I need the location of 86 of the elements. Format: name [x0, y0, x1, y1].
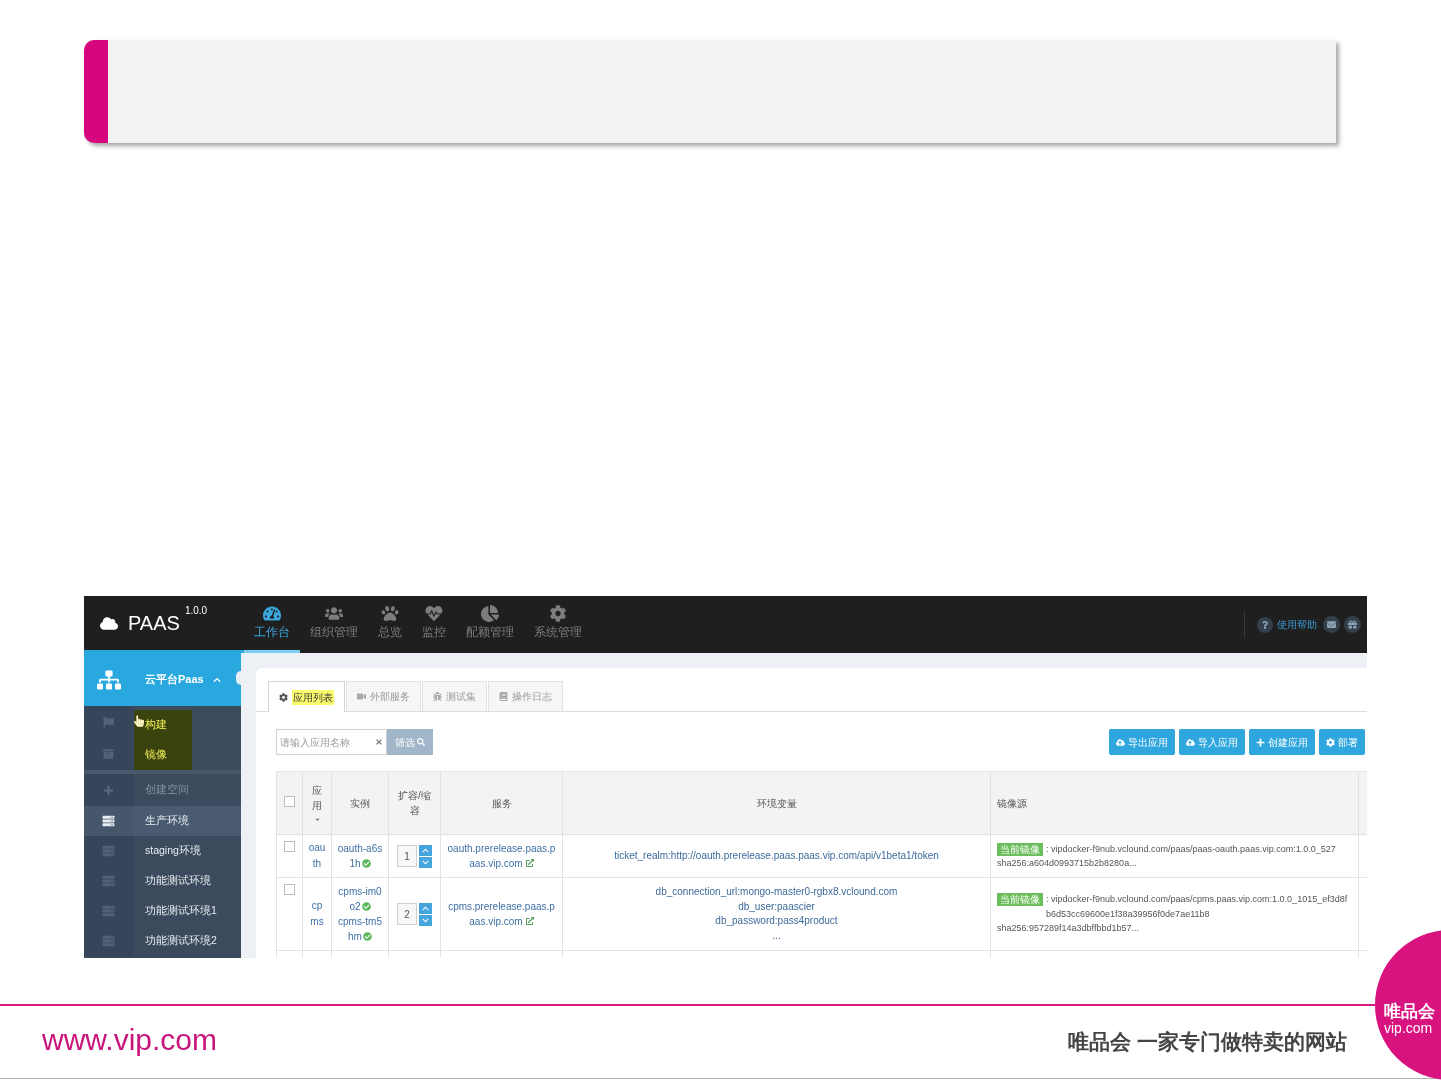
- column-header: 环境变量: [756, 796, 797, 811]
- submenu-item[interactable]: 镜像: [145, 747, 167, 761]
- replica-field[interactable]: 2: [397, 903, 417, 925]
- environment-item[interactable]: 功能测试环境1: [84, 896, 241, 926]
- increment-button[interactable]: [419, 844, 432, 856]
- plus-icon: [103, 784, 114, 796]
- app-name: PAAS: [128, 612, 180, 634]
- cloud-upload-icon: [1116, 737, 1125, 747]
- image-source-text: : vipdocker-f9nub.vclound.com/paas/cpms.paas.vip.com:1.0.0_1015_ef3d8fb6d53cc69600e1f38a39956f0de7ae11b8: [1046, 893, 1349, 921]
- current-image-badge: 当前镜像: [997, 842, 1043, 856]
- environment-item[interactable]: 功能测试环境: [84, 866, 241, 896]
- env-var-text: db_connection_url:mongo-master0-rgbx8.vclound.com: [654, 885, 899, 899]
- increment-button[interactable]: [419, 902, 432, 914]
- nav-item[interactable]: 总览: [368, 596, 412, 653]
- env-var-text: ...: [771, 928, 782, 943]
- nav-item[interactable]: 组织管理: [300, 596, 368, 653]
- box-icon: [103, 748, 114, 760]
- decrement-button[interactable]: [419, 856, 432, 868]
- version-text: 1.0.0: [184, 605, 208, 617]
- current-image-badge: 当前镜像: [997, 893, 1043, 907]
- chevron-up-icon: [422, 904, 429, 912]
- logo-domain-text: vip.com: [1384, 1021, 1433, 1036]
- cloud-icon: [100, 615, 118, 631]
- env-var-text: db_user:paascier: [737, 899, 816, 914]
- search-field[interactable]: 请输入应用名称: [276, 729, 387, 755]
- image-digest-text: sha256:957289f14a3dbffbbd1b57...: [997, 922, 1140, 936]
- replica-field[interactable]: 1: [397, 845, 417, 867]
- submenu-item[interactable]: 构建: [145, 717, 167, 731]
- clear-icon[interactable]: [375, 738, 383, 746]
- env-var-text: ticket_realm:http://oauth.prerelease.paas.paas.vip.com/api/v1beta1/token: [613, 848, 940, 863]
- collapse-toggle[interactable]: [236, 671, 241, 685]
- slogan-text: 唯品会 一家专门做特卖的网站: [1068, 1029, 1347, 1055]
- paw-icon: [381, 605, 399, 622]
- gift-icon[interactable]: [1344, 616, 1361, 633]
- chevron-down-icon: [422, 858, 429, 866]
- column-header: 实例: [350, 796, 370, 811]
- mail-icon[interactable]: [1323, 616, 1340, 633]
- sitemap-icon: [96, 668, 121, 691]
- plus-icon: [1256, 737, 1265, 747]
- server-icon: [102, 875, 115, 887]
- tab[interactable]: 应用列表: [268, 681, 345, 712]
- gauge-icon: [263, 605, 281, 622]
- logo-name-text: 唯品会: [1384, 1002, 1435, 1021]
- server-icon: [102, 905, 115, 917]
- pie-chart-icon: [481, 605, 499, 622]
- help-icon: [1257, 616, 1273, 633]
- search-icon: [417, 738, 425, 746]
- website-url: www.vip.com: [42, 1023, 218, 1057]
- server-icon: [102, 935, 115, 947]
- checkbox[interactable]: [284, 841, 295, 852]
- tab[interactable]: 测试集: [422, 681, 487, 711]
- external-link-icon: [525, 917, 534, 925]
- instance-link[interactable]: cpms-tm5hm: [336, 914, 384, 944]
- flag-icon: [103, 716, 114, 728]
- column-header: 服务: [491, 796, 512, 811]
- cloud-upload-icon: [1186, 737, 1195, 747]
- chevron-up-icon: [422, 846, 429, 854]
- column-header: 应用: [311, 784, 323, 813]
- environment-item[interactable]: staging环境: [84, 836, 241, 866]
- nav-item[interactable]: 系统管理: [524, 596, 592, 653]
- users-icon: [325, 605, 343, 622]
- hand-cursor-icon: [134, 714, 144, 728]
- env-var-text: db_password:pass4product: [714, 914, 839, 928]
- bug-icon: [433, 692, 442, 701]
- chevron-down-icon: [422, 916, 429, 924]
- heartbeat-icon: [425, 605, 443, 622]
- video-camera-icon: [357, 692, 366, 701]
- nav-item[interactable]: 配额管理: [456, 596, 524, 653]
- checkbox[interactable]: [284, 795, 295, 807]
- settings-icon: [1326, 737, 1335, 747]
- help-link[interactable]: 使用帮助: [1257, 616, 1317, 633]
- column-header: 镜像源: [997, 796, 1027, 811]
- server-icon: [102, 815, 115, 827]
- checkbox[interactable]: [284, 884, 295, 895]
- image-digest-text: sha256:a604d0993715b2b8280a...: [997, 857, 1138, 870]
- settings-icon: [549, 605, 567, 622]
- nav-item[interactable]: 监控: [412, 596, 456, 653]
- environment-item[interactable]: 功能测试环境2: [84, 926, 241, 956]
- external-link-icon: [525, 859, 534, 867]
- server-icon: [102, 845, 115, 857]
- environment-item[interactable]: 生产环境: [84, 806, 241, 836]
- image-source-text: : vipdocker-f9nub.vclound.com/paas/paas-oauth.paas.vip.com:1.0.0_527: [1046, 842, 1337, 856]
- settings-icon: [279, 692, 288, 702]
- book-icon: [499, 692, 508, 701]
- decrement-button[interactable]: [419, 914, 432, 926]
- column-header: 扩容/缩容: [397, 789, 432, 818]
